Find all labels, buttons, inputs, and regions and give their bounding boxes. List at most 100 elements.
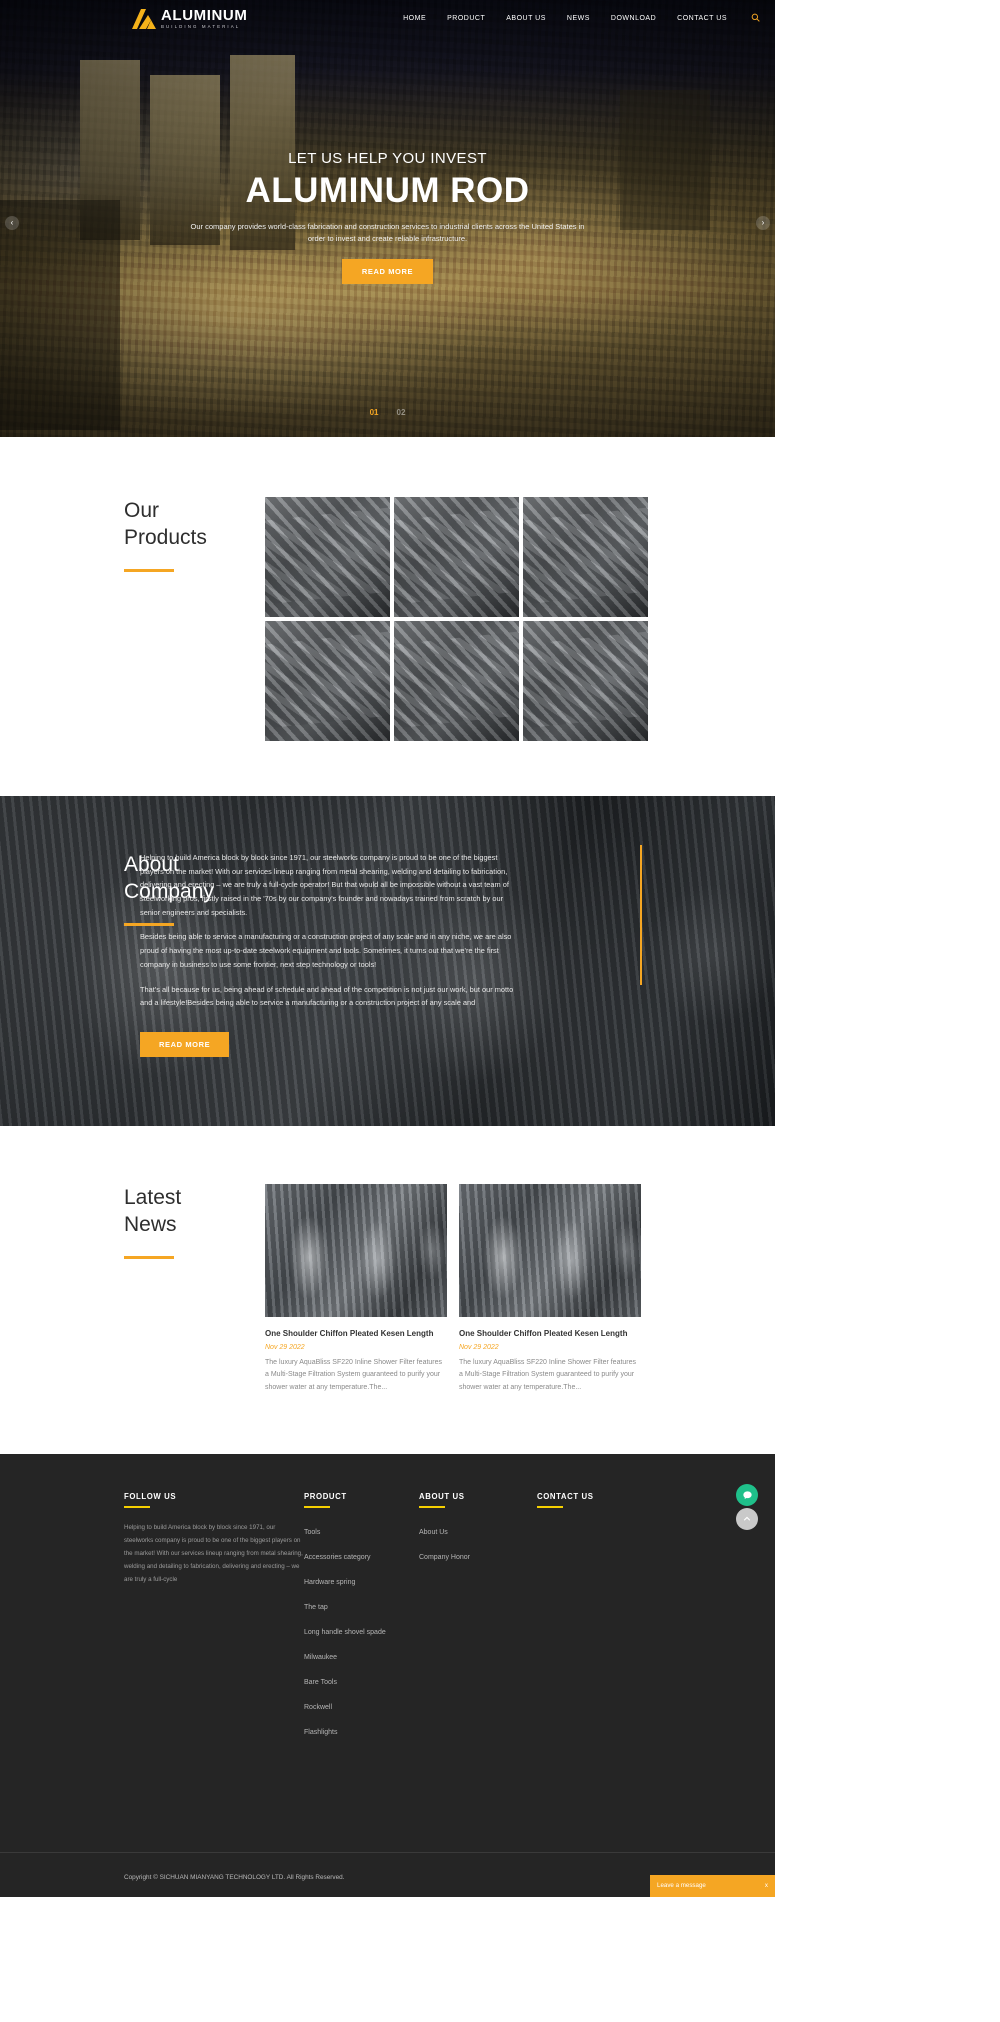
hero-prev-arrow[interactable]: ‹ [5, 216, 19, 230]
footer-column-product: PRODUCT Tools Accessories category Hardw… [304, 1492, 419, 1822]
hero-slide-indicators: 01 02 [0, 408, 775, 417]
chat-bubble-icon[interactable] [736, 1484, 758, 1506]
site-header: ALUMINUM BUILDING MATERIAL HOME PRODUCT … [0, 0, 775, 37]
list-item: Flashlights [304, 1721, 419, 1739]
footer-title-underline [124, 1505, 150, 1508]
footer-column-contact-us: CONTACT US [537, 1492, 657, 1822]
nav-item-about-us[interactable]: ABOUT US [506, 15, 546, 22]
news-card-excerpt: The luxury AquaBliss SF220 Inline Shower… [459, 1359, 637, 1391]
footer-contact-title: CONTACT US [537, 1491, 594, 1501]
list-item: Rockwell [304, 1696, 419, 1714]
hero-slide-indicator-02[interactable]: 02 [397, 408, 406, 417]
leave-a-message-widget[interactable]: Leave a message x [650, 1874, 775, 1897]
about-paragraph-2: Besides being able to service a manufact… [140, 932, 512, 969]
list-item: Accessories category [304, 1546, 419, 1564]
leave-message-label: Leave a message [657, 1882, 706, 1890]
footer-link-long-handle-shovel-spade[interactable]: Long handle shovel spade [304, 1629, 386, 1636]
hero-description: Our company provides world-class fabrica… [190, 221, 585, 243]
hero-next-arrow[interactable]: › [756, 216, 770, 230]
main-navigation: HOME PRODUCT ABOUT US NEWS DOWNLOAD CONT… [403, 13, 760, 25]
copyright-text: Copyright © SICHUAN MIANYANG TECHNOLOGY … [124, 1873, 345, 1881]
scroll-to-top-icon[interactable] [736, 1508, 758, 1530]
site-logo[interactable]: ALUMINUM BUILDING MATERIAL [130, 8, 247, 29]
footer-link-rockwell[interactable]: Rockwell [304, 1704, 332, 1711]
about-accent-bar [640, 845, 642, 985]
products-grid [265, 497, 648, 741]
about-paragraph-1: Helping to build America block by block … [140, 853, 509, 917]
news-heading-block: Latest News [0, 1184, 265, 1394]
footer-title-underline [304, 1505, 330, 1508]
footer-link-bare-tools[interactable]: Bare Tools [304, 1679, 337, 1686]
products-heading-block: Our Products [0, 497, 265, 741]
close-icon[interactable]: x [765, 1882, 768, 1889]
hero-title: ALUMINUM ROD [245, 171, 530, 210]
news-grid: One Shoulder Chiffon Pleated Kesen Lengt… [265, 1184, 641, 1394]
products-title-underline [124, 568, 174, 572]
footer-title-underline [537, 1505, 563, 1508]
footer-link-accessories-category[interactable]: Accessories category [304, 1554, 371, 1561]
footer-follow-title: FOLLOW US [124, 1491, 177, 1501]
nav-item-contact-us[interactable]: CONTACT US [677, 15, 727, 22]
list-item: Tools [304, 1521, 419, 1539]
hero-read-more-button[interactable]: READ MORE [341, 259, 434, 285]
aluminum-logo-icon [130, 8, 156, 29]
footer-about-title: ABOUT US [419, 1491, 465, 1501]
about-title: About Company [124, 851, 214, 906]
list-item: Long handle shovel spade [304, 1621, 419, 1639]
product-card[interactable] [523, 497, 648, 617]
hero-content: LET US HELP YOU INVEST ALUMINUM ROD Our … [0, 150, 775, 285]
nav-item-product[interactable]: PRODUCT [447, 15, 485, 22]
products-title: Our Products [124, 497, 265, 552]
about-heading-block: About Company [0, 851, 214, 1057]
search-icon[interactable] [748, 13, 760, 25]
about-company-section: About Company Helping to build America b… [0, 796, 775, 1126]
product-card[interactable] [394, 621, 519, 741]
news-card[interactable]: One Shoulder Chiffon Pleated Kesen Lengt… [459, 1184, 641, 1394]
news-card-title: One Shoulder Chiffon Pleated Kesen Lengt… [265, 1329, 434, 1338]
list-item: Hardware spring [304, 1571, 419, 1589]
news-card-date: Nov 29 2022 [265, 1344, 305, 1352]
site-footer: FOLLOW US Helping to build America block… [0, 1453, 775, 1897]
news-title-underline [124, 1255, 174, 1259]
nav-item-home[interactable]: HOME [403, 15, 426, 22]
footer-title-underline [419, 1505, 445, 1508]
about-paragraph-3: That's all because for us, being ahead o… [140, 984, 514, 1008]
news-title-line1: Latest [124, 1186, 182, 1209]
footer-column-about-us: ABOUT US About Us Company Honor [419, 1492, 537, 1822]
footer-link-hardware-spring[interactable]: Hardware spring [304, 1579, 355, 1586]
nav-item-download[interactable]: DOWNLOAD [611, 15, 656, 22]
news-thumbnail [459, 1184, 641, 1317]
list-item: Company Honor [419, 1546, 537, 1564]
list-item: About Us [419, 1521, 537, 1539]
nav-item-news[interactable]: NEWS [567, 15, 590, 22]
footer-link-milwaukee[interactable]: Milwaukee [304, 1654, 337, 1661]
footer-link-about-us[interactable]: About Us [419, 1529, 448, 1536]
footer-column-follow-us: FOLLOW US Helping to build America block… [124, 1492, 304, 1822]
news-card-title: One Shoulder Chiffon Pleated Kesen Lengt… [459, 1329, 628, 1338]
product-card[interactable] [265, 497, 390, 617]
footer-about-links: About Us Company Honor [419, 1521, 537, 1564]
product-card[interactable] [265, 621, 390, 741]
footer-link-company-honor[interactable]: Company Honor [419, 1554, 470, 1561]
list-item: Milwaukee [304, 1646, 419, 1664]
footer-link-flashlights[interactable]: Flashlights [304, 1729, 337, 1736]
news-card-date: Nov 29 2022 [459, 1344, 499, 1352]
hero-slider: ALUMINUM BUILDING MATERIAL HOME PRODUCT … [0, 0, 775, 437]
about-read-more-button[interactable]: READ MORE [140, 1031, 230, 1057]
news-card-excerpt: The luxury AquaBliss SF220 Inline Shower… [265, 1359, 443, 1391]
latest-news-section: Latest News One Shoulder Chiffon Pleated… [0, 1126, 775, 1454]
logo-subtitle: BUILDING MATERIAL [161, 23, 241, 29]
product-card[interactable] [394, 497, 519, 617]
hero-slide-indicator-01[interactable]: 01 [370, 408, 379, 417]
list-item: Bare Tools [304, 1671, 419, 1689]
product-card[interactable] [523, 621, 648, 741]
footer-link-tools[interactable]: Tools [304, 1529, 320, 1536]
news-title-line2: News [124, 1213, 177, 1237]
logo-title: ALUMINUM [161, 6, 248, 24]
our-products-section: Our Products [0, 437, 775, 796]
footer-follow-text: Helping to build America block by block … [124, 1523, 303, 1583]
news-title: Latest News [124, 1184, 265, 1239]
news-card[interactable]: One Shoulder Chiffon Pleated Kesen Lengt… [265, 1184, 447, 1394]
products-title-line1: Our [124, 499, 160, 522]
footer-link-the-tap[interactable]: The tap [304, 1604, 328, 1611]
